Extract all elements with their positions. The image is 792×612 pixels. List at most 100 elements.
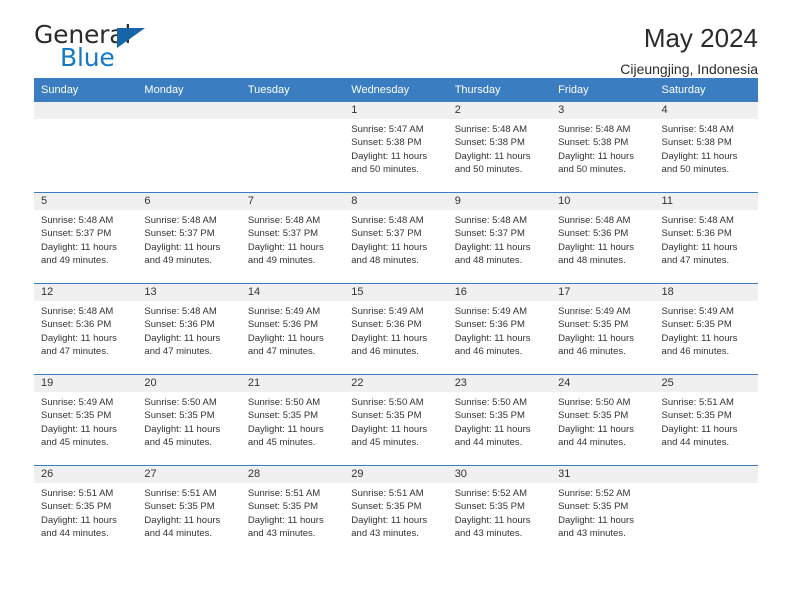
daylight-text-line2: and 45 minutes. [351,437,419,449]
sunrise-text: Sunrise: 5:52 AM [558,488,631,499]
daylight-text-line2: and 43 minutes. [351,528,419,540]
day-sun-info: Sunrise: 5:49 AM Sunset: 5:35 PM Daylight:… [34,392,137,450]
location-subtitle: Cijeungjing, Indonesia [620,60,758,77]
calendar-day-cell[interactable]: 13 Sunrise: 5:48 AM Sunset: 5:36 PM Dayligh… [137,283,241,375]
calendar-day-cell[interactable]: 4 Sunrise: 5:48 AM Sunset: 5:38 PM Daylight… [654,102,758,193]
calendar-day-cell[interactable]: 19 Sunrise: 5:49 AM Sunset: 5:35 PM Dayligh… [34,374,138,466]
calendar-day-cell[interactable]: 31 Sunrise: 5:52 AM Sunset: 5:35 PM Dayligh… [551,465,655,556]
sunrise-text: Sunrise: 5:48 AM [661,124,734,135]
day-number: 19 [34,375,138,392]
calendar-day-cell[interactable]: 6 Sunrise: 5:48 AM Sunset: 5:37 PM Daylight… [137,192,241,284]
calendar-page: General Blue May 2024 Cijeungjing, Indon… [0,0,792,612]
sunrise-sunset-calendar: Sunday Monday Tuesday Wednesday Thursday… [34,78,758,556]
calendar-day-cell[interactable]: 18 Sunrise: 5:49 AM Sunset: 5:35 PM Dayligh… [654,283,758,375]
daylight-text-line1: Daylight: 11 hours [247,423,324,435]
generalblue-logo[interactable]: General Blue [34,22,174,76]
day-sun-info: Sunrise: 5:48 AM Sunset: 5:38 PM Daylight:… [655,119,758,177]
day-number: 7 [240,193,345,210]
calendar-day-cell[interactable]: 1 Sunrise: 5:47 AM Sunset: 5:38 PM Daylight… [344,102,448,193]
page-title: May 2024 [643,23,758,53]
day-sun-info: Sunrise: 5:48 AM Sunset: 5:38 PM Daylight:… [551,119,654,177]
sunset-text: Sunset: 5:35 PM [454,501,525,513]
calendar-day-cell[interactable]: 3 Sunrise: 5:48 AM Sunset: 5:38 PM Daylight… [551,102,655,193]
day-sun-info: Sunrise: 5:48 AM Sunset: 5:36 PM Daylight:… [655,210,758,268]
daylight-text-line1: Daylight: 11 hours [454,150,531,162]
calendar-day-cell[interactable]: 12 Sunrise: 5:48 AM Sunset: 5:36 PM Dayligh… [34,283,138,375]
calendar-day-cell[interactable]: 10 Sunrise: 5:48 AM Sunset: 5:36 PM Dayligh… [551,192,655,284]
calendar-day-cell[interactable]: 27 Sunrise: 5:51 AM Sunset: 5:35 PM Dayligh… [137,465,241,556]
calendar-day-cell[interactable]: 2 Sunrise: 5:48 AM Sunset: 5:38 PM Daylight… [447,102,552,193]
sunrise-text: Sunrise: 5:49 AM [247,306,321,317]
daylight-text-line1: Daylight: 11 hours [661,423,738,435]
calendar-day-cell[interactable]: 17 Sunrise: 5:49 AM Sunset: 5:35 PM Dayligh… [551,283,655,375]
daylight-text-line2: and 50 minutes. [351,164,419,176]
day-number [137,102,241,119]
day-number: 2 [447,102,552,119]
calendar-day-cell[interactable]: 29 Sunrise: 5:51 AM Sunset: 5:35 PM Dayligh… [344,465,448,556]
calendar-day-cell[interactable]: 26 Sunrise: 5:51 AM Sunset: 5:35 PM Dayligh… [34,465,138,556]
calendar-day-cell[interactable]: 8 Sunrise: 5:48 AM Sunset: 5:37 PM Daylight… [344,192,448,284]
day-number: 16 [447,284,552,301]
calendar-day-cell[interactable]: 15 Sunrise: 5:49 AM Sunset: 5:36 PM Dayligh… [344,283,448,375]
day-number: 8 [344,193,448,210]
weekday-header-tuesday: Tuesday [240,78,345,102]
sunrise-text: Sunrise: 5:48 AM [558,215,631,226]
calendar-day-cell[interactable]: 22 Sunrise: 5:50 AM Sunset: 5:35 PM Dayligh… [344,374,448,466]
sunset-text: Sunset: 5:35 PM [41,410,112,422]
calendar-day-cell[interactable]: 9 Sunrise: 5:48 AM Sunset: 5:37 PM Daylight… [447,192,552,284]
day-number: 9 [447,193,552,210]
daylight-text-line1: Daylight: 11 hours [454,241,531,253]
sunset-text: Sunset: 5:35 PM [558,319,629,331]
calendar-day-cell[interactable]: 5 Sunrise: 5:48 AM Sunset: 5:37 PM Daylight… [34,192,138,284]
weekday-header-row: Sunday Monday Tuesday Wednesday Thursday… [34,78,758,102]
calendar-day-cell[interactable]: 30 Sunrise: 5:52 AM Sunset: 5:35 PM Dayligh… [447,465,552,556]
day-number: 24 [551,375,655,392]
calendar-day-cell[interactable]: 7 Sunrise: 5:48 AM Sunset: 5:37 PM Daylight… [240,192,345,284]
calendar-day-cell[interactable]: 14 Sunrise: 5:49 AM Sunset: 5:36 PM Dayligh… [240,283,345,375]
daylight-text-line1: Daylight: 11 hours [558,150,634,162]
daylight-text-line2: and 50 minutes. [558,164,626,176]
calendar-day-cell[interactable]: 25 Sunrise: 5:51 AM Sunset: 5:35 PM Dayligh… [654,374,758,466]
daylight-text-line2: and 43 minutes. [454,528,523,540]
sunset-text: Sunset: 5:36 PM [247,319,319,331]
daylight-text-line1: Daylight: 11 hours [144,241,221,253]
day-sun-info: Sunrise: 5:49 AM Sunset: 5:36 PM Daylight:… [241,301,344,359]
daylight-text-line2: and 49 minutes. [247,255,316,267]
sunset-text: Sunset: 5:35 PM [351,410,422,422]
sunrise-text: Sunrise: 5:49 AM [41,397,114,408]
sunrise-text: Sunrise: 5:51 AM [661,397,734,408]
weekday-header-monday: Monday [137,78,241,102]
day-sun-info: Sunrise: 5:50 AM Sunset: 5:35 PM Daylight:… [241,392,344,450]
sunrise-text: Sunrise: 5:52 AM [454,488,528,499]
calendar-day-cell[interactable]: 24 Sunrise: 5:50 AM Sunset: 5:35 PM Dayligh… [551,374,655,466]
sunset-text: Sunset: 5:38 PM [351,137,422,149]
calendar-day-cell[interactable]: 23 Sunrise: 5:50 AM Sunset: 5:35 PM Dayligh… [447,374,552,466]
day-number: 29 [344,466,448,483]
day-sun-info: Sunrise: 5:50 AM Sunset: 5:35 PM Daylight:… [551,392,654,450]
day-number: 14 [240,284,345,301]
calendar-week-row: 12 Sunrise: 5:48 AM Sunset: 5:36 PM Dayligh… [34,283,758,375]
daylight-text-line2: and 46 minutes. [351,346,419,358]
calendar-day-cell[interactable]: 21 Sunrise: 5:50 AM Sunset: 5:35 PM Dayligh… [240,374,345,466]
calendar-day-cell[interactable]: 16 Sunrise: 5:49 AM Sunset: 5:36 PM Dayligh… [447,283,552,375]
day-sun-info: Sunrise: 5:48 AM Sunset: 5:37 PM Daylight:… [137,210,240,268]
daylight-text-line1: Daylight: 11 hours [351,150,428,162]
sunrise-text: Sunrise: 5:48 AM [41,306,114,317]
sunrise-text: Sunrise: 5:50 AM [247,397,321,408]
daylight-text-line2: and 49 minutes. [41,255,109,267]
calendar-day-cell-empty [240,102,345,193]
sunset-text: Sunset: 5:36 PM [454,319,525,331]
daylight-text-line1: Daylight: 11 hours [558,514,634,526]
calendar-day-cell[interactable]: 20 Sunrise: 5:50 AM Sunset: 5:35 PM Dayligh… [137,374,241,466]
sunset-text: Sunset: 5:35 PM [41,501,112,513]
sunrise-text: Sunrise: 5:48 AM [41,215,114,226]
sunset-text: Sunset: 5:35 PM [247,410,319,422]
sunrise-text: Sunrise: 5:48 AM [661,215,734,226]
calendar-day-cell[interactable]: 11 Sunrise: 5:48 AM Sunset: 5:36 PM Dayligh… [654,192,758,284]
sunset-text: Sunset: 5:37 PM [144,228,215,240]
day-sun-info: Sunrise: 5:50 AM Sunset: 5:35 PM Daylight:… [448,392,551,450]
sunrise-text: Sunrise: 5:50 AM [558,397,631,408]
sunrise-text: Sunrise: 5:50 AM [351,397,424,408]
calendar-day-cell[interactable]: 28 Sunrise: 5:51 AM Sunset: 5:35 PM Dayligh… [240,465,345,556]
daylight-text-line2: and 44 minutes. [144,528,213,540]
